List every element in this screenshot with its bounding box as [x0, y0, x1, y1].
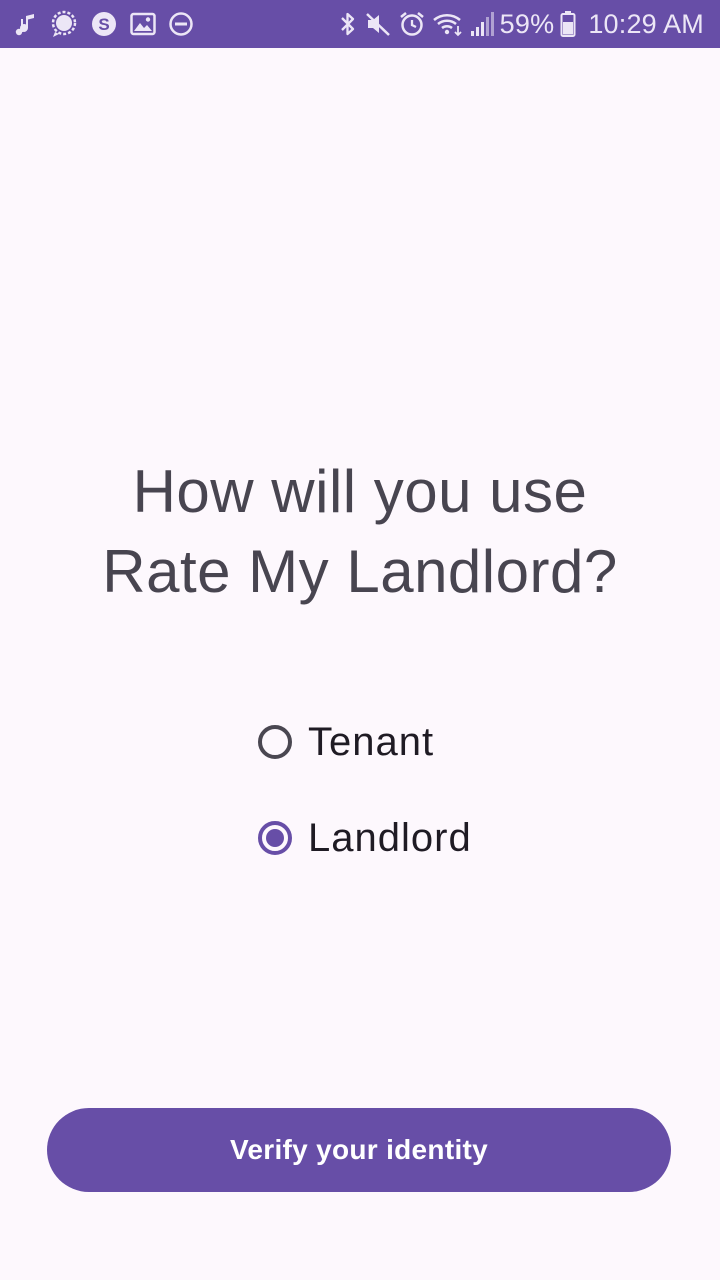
signal-icon: [470, 11, 494, 37]
notification-icons: S: [14, 10, 206, 38]
radio-button-landlord[interactable]: [258, 821, 292, 855]
status-bar: S 59% 10:29 AM: [0, 0, 720, 48]
alarm-icon: [398, 10, 426, 38]
music-notification-icon: [14, 10, 38, 38]
battery-icon: [560, 10, 576, 38]
user-type-radio-group: Tenant Landlord: [255, 712, 472, 904]
system-status: 59% 10:29 AM: [338, 9, 704, 40]
radio-option-landlord[interactable]: Landlord: [255, 808, 472, 868]
page-title: How will you use Rate My Landlord?: [40, 452, 680, 612]
page-title-line-2: Rate My Landlord?: [102, 538, 618, 605]
battery-percent: 59%: [499, 8, 555, 39]
radio-selected-dot: [266, 829, 284, 847]
image-icon: [130, 12, 156, 36]
chat-bubble-icon: [50, 10, 78, 38]
page-title-line-1: How will you use: [132, 458, 588, 525]
radio-label-landlord: Landlord: [308, 815, 472, 860]
bluetooth-icon: [338, 10, 358, 38]
mute-icon: [364, 10, 392, 38]
radio-option-tenant[interactable]: Tenant: [255, 712, 472, 772]
verify-identity-button[interactable]: Verify your identity: [47, 1108, 671, 1192]
radio-button-tenant[interactable]: [258, 725, 292, 759]
do-not-disturb-icon: [168, 11, 194, 37]
radio-label-tenant: Tenant: [308, 719, 435, 764]
clock: 10:29 AM: [588, 8, 704, 39]
skype-icon: S: [90, 10, 118, 38]
wifi-icon: [432, 10, 464, 38]
svg-text:S: S: [98, 15, 109, 34]
